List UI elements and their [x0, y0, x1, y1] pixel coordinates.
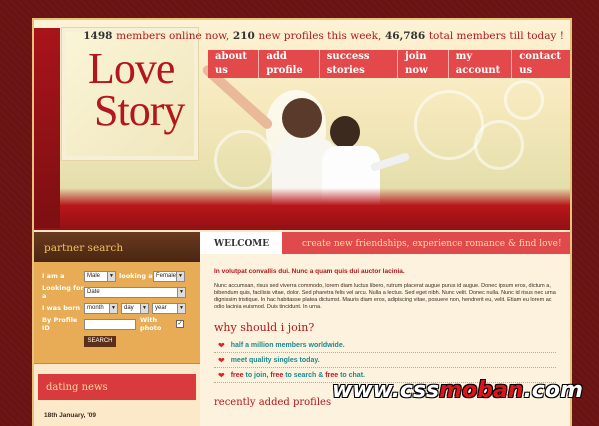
intro-section: In volutpat convallis dui. Nunc a quam q…: [200, 254, 570, 311]
list-item: ❤ meet quality singles today.: [214, 353, 556, 368]
watermark-part1: www.css: [332, 378, 440, 403]
watermark: www.cssmoban.com: [332, 378, 583, 403]
looking-for-select[interactable]: Date ▼: [84, 286, 186, 298]
chevron-down-icon: ▼: [109, 303, 117, 313]
nav-add-profile[interactable]: add profile: [259, 50, 320, 78]
total-count: 46,786: [384, 30, 426, 42]
looking-for-value: Date: [87, 289, 100, 295]
search-button[interactable]: SEARCH: [84, 336, 116, 347]
heart-icon: ❤: [218, 340, 225, 350]
total-text: total members till today !: [428, 30, 564, 42]
new-text: new profiles this week,: [258, 30, 382, 42]
why-join-list: ❤ half a million members worldwide. ❤ me…: [214, 338, 556, 383]
free-word: free: [230, 371, 244, 379]
was-born-label: I was born: [42, 304, 81, 312]
with-photo-checkbox[interactable]: ✓: [176, 320, 184, 328]
nav-join-now[interactable]: join now: [398, 50, 449, 78]
heart-icon: ❤: [218, 355, 225, 365]
year-select[interactable]: year ▼: [152, 302, 186, 314]
i-am-select[interactable]: Male ▼: [84, 270, 116, 282]
with-photo-label: With photo: [140, 316, 162, 332]
watermark-part3: .com: [523, 378, 583, 403]
nav-my-account[interactable]: my account: [449, 50, 513, 78]
looking-for-label: Looking for a: [42, 284, 84, 300]
online-count: 1498: [83, 30, 113, 42]
nav-about-us[interactable]: about us: [208, 50, 260, 78]
year-value: year: [155, 305, 167, 311]
looking-a-label: looking a: [119, 272, 153, 280]
welcome-bar: WELCOME create new friendships, experien…: [200, 232, 570, 254]
member-stats: 1498 members online now, 210 new profile…: [83, 30, 564, 42]
groom-head: [330, 116, 360, 148]
free-word: free: [270, 371, 284, 379]
form-row-profile-id: By Profile ID With photo ✓: [42, 316, 194, 332]
new-count: 210: [232, 30, 255, 42]
why-item-text: to join,: [245, 371, 269, 379]
month-select[interactable]: month ▼: [84, 302, 118, 314]
profile-id-input[interactable]: [84, 318, 136, 330]
why-item-text: to search &: [285, 371, 324, 379]
why-item-text: meet quality singles today.: [230, 356, 320, 364]
chevron-down-icon: ▼: [140, 303, 148, 313]
chevron-down-icon: ▼: [177, 287, 185, 297]
partner-search-title: partner search: [34, 232, 200, 262]
logo[interactable]: Love Story: [62, 28, 198, 160]
chevron-down-icon: ▼: [177, 303, 185, 313]
why-item-text: half a million members worldwide.: [230, 341, 345, 349]
day-value: day: [124, 305, 134, 311]
form-row-looking-for: Looking for a Date ▼: [42, 284, 194, 300]
nav-success-stories[interactable]: success stories: [320, 50, 399, 78]
form-row-born: I was born month ▼ day ▼ year ▼: [42, 302, 194, 314]
sidebar: partner search I am a Male ▼ looking a F…: [34, 232, 200, 426]
heart-icon: ❤: [218, 370, 225, 380]
intro-body: Nunc accumsan, risus sed viverra commodo…: [214, 283, 556, 310]
logo-text: Love Story: [88, 44, 185, 135]
list-item: ❤ half a million members worldwide.: [214, 338, 556, 353]
welcome-slogan: create new friendships, experience roman…: [282, 232, 570, 254]
welcome-tab: WELCOME: [200, 232, 282, 254]
intro-title: In volutpat convallis dui. Nunc a quam q…: [214, 268, 405, 275]
logo-line1: Love: [88, 44, 175, 93]
chevron-down-icon: ▼: [176, 271, 184, 281]
left-flower-border: [34, 28, 60, 228]
news-date: 18th January, '09: [44, 412, 97, 419]
page-container: Love Story 1498 members online now, 210 …: [32, 18, 572, 426]
chevron-down-icon: ▼: [107, 271, 115, 281]
why-join-title: why should i join?: [214, 321, 315, 334]
online-text: members online now,: [116, 30, 230, 42]
watermark-part2: moban: [439, 378, 524, 403]
partner-search-form: I am a Male ▼ looking a Female ▼ Looking…: [34, 262, 200, 364]
logo-line2: Story: [94, 86, 185, 135]
main-nav: about us add profile success stories joi…: [208, 50, 570, 78]
nav-contact-us[interactable]: contact us: [512, 50, 570, 78]
month-value: month: [87, 305, 104, 311]
day-select[interactable]: day ▼: [121, 302, 149, 314]
looking-a-value: Female: [156, 273, 177, 279]
looking-a-select[interactable]: Female ▼: [153, 270, 185, 282]
header: Love Story 1498 members online now, 210 …: [34, 20, 570, 230]
profile-id-label: By Profile ID: [42, 316, 78, 332]
dating-news-title: dating news: [38, 374, 196, 400]
flower-strip: [34, 188, 570, 230]
i-am-value: Male: [87, 273, 101, 279]
bride-head: [282, 98, 322, 138]
i-am-label: I am a: [42, 272, 65, 280]
form-row-gender: I am a Male ▼ looking a Female ▼: [42, 270, 194, 282]
